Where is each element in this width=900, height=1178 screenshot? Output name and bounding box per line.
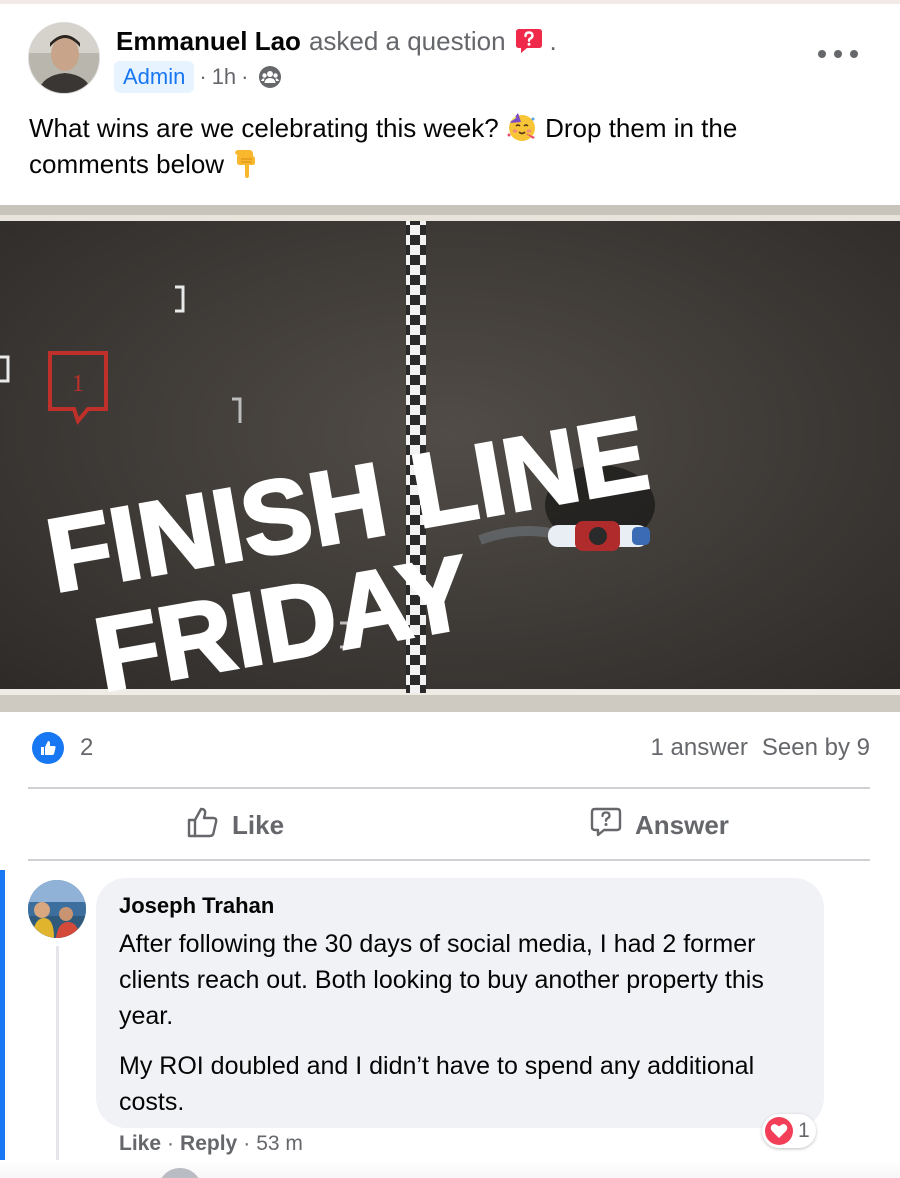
thread-line xyxy=(56,946,59,1178)
post-stats: 2 1 answer Seen by 9 xyxy=(32,730,870,766)
more-dot xyxy=(834,50,842,58)
admin-badge: Admin xyxy=(114,61,195,93)
reaction-count[interactable]: 2 xyxy=(80,734,93,762)
next-comment-peek xyxy=(0,1160,900,1178)
author-name[interactable]: Emmanuel Lao xyxy=(116,26,301,57)
trailing-dot: . xyxy=(549,25,557,56)
comment-reaction-count: 1 xyxy=(798,1119,810,1142)
pointing-down-emoji xyxy=(231,147,263,179)
meta-separator: · xyxy=(241,64,249,89)
post-header: Emmanuel Lao asked a question . xyxy=(116,24,557,58)
answer-icon xyxy=(589,805,623,846)
like-label: Like xyxy=(232,809,285,840)
answer-button[interactable]: Answer xyxy=(589,796,729,854)
thumbs-up-icon xyxy=(186,805,220,846)
commenter-avatar[interactable] xyxy=(28,880,86,938)
post-action-text: asked a question xyxy=(308,25,506,56)
notification-badge-number: 1 xyxy=(72,371,84,397)
post-time[interactable]: 1h xyxy=(212,64,236,90)
commenter-name[interactable]: Joseph Trahan xyxy=(119,892,802,920)
comment-bubble: Joseph Trahan After following the 30 day… xyxy=(96,878,824,1128)
seen-by[interactable]: Seen by 9 xyxy=(762,734,870,762)
answers-count[interactable]: 1 answer xyxy=(651,734,748,762)
heart-icon xyxy=(765,1117,793,1145)
top-edge xyxy=(0,0,900,4)
more-dot xyxy=(850,50,858,58)
post-meta: Admin · 1h · xyxy=(114,60,282,94)
comment-paragraph: After following the 30 days of social me… xyxy=(119,930,764,1030)
post-image[interactable]: 1 FINISH LINE FRIDAY xyxy=(0,205,900,712)
thumbs-up-reaction-icon[interactable] xyxy=(32,732,64,764)
more-dot xyxy=(818,50,826,58)
comment-time[interactable]: 53 m xyxy=(256,1132,303,1156)
meta-separator: · xyxy=(199,64,207,89)
comment-action-separator: · xyxy=(167,1132,175,1155)
divider xyxy=(28,859,870,861)
like-button[interactable]: Like xyxy=(186,796,284,854)
question-icon xyxy=(514,27,544,55)
comment-paragraph: My ROI doubled and I didn’t have to spen… xyxy=(119,1052,755,1116)
members-icon xyxy=(258,65,282,89)
comment-actions: Like · Reply · 53 m xyxy=(119,1130,303,1158)
more-icon[interactable] xyxy=(818,42,858,66)
post-text-part: What wins are we celebrating this week? xyxy=(29,113,506,143)
highlight-bar xyxy=(0,870,5,1160)
post-text: What wins are we celebrating this week? … xyxy=(29,110,859,182)
answer-label: Answer xyxy=(635,809,729,840)
comment-like-button[interactable]: Like xyxy=(119,1132,161,1156)
comment-reply-button[interactable]: Reply xyxy=(180,1132,237,1156)
partying-face-emoji xyxy=(506,111,538,143)
comment-action-separator: · xyxy=(243,1132,251,1155)
author-avatar[interactable] xyxy=(28,22,100,94)
comment-reactions[interactable]: 1 xyxy=(762,1114,816,1148)
divider xyxy=(28,787,870,789)
